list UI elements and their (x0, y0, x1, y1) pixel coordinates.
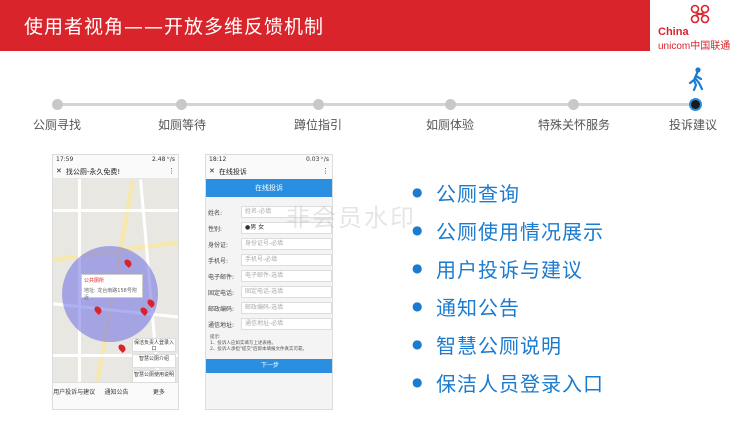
postcode-field[interactable]: 邮政编码-选填 (241, 302, 332, 314)
field-label: 电子邮件: (208, 273, 235, 281)
toilet-info-popup[interactable]: 公共厕所 地址: 龙台南路158号附近 (81, 274, 143, 301)
address-field[interactable]: 通信地址-必填 (241, 318, 332, 330)
bullet-icon: ● (412, 223, 424, 237)
tab-online-complaint[interactable]: 在线投诉 (206, 179, 332, 197)
timeline-label-3: 蹲位指引 (293, 118, 343, 132)
timeline-dot-5 (568, 99, 579, 110)
next-step-button[interactable]: 下一步 (206, 359, 332, 373)
field-label: 固定电话: (208, 289, 235, 297)
feature-label: 保洁人员登录入口 (436, 372, 604, 396)
timeline-dot-3 (313, 99, 324, 110)
feature-label: 用户投诉与建议 (436, 258, 583, 282)
smart-toilet-intro-button[interactable]: 智慧公厕介绍 (132, 354, 176, 368)
timeline-dot-1 (52, 99, 63, 110)
feature-label: 公厕使用情况展示 (436, 220, 604, 244)
china-unicom-logo: China unicom中国联通 (650, 0, 750, 52)
field-label: 邮政编码: (208, 305, 235, 313)
feature-label: 通知公告 (436, 296, 520, 320)
slide-title: 使用者视角——开放多维反馈机制 (24, 16, 325, 38)
timeline-label-2: 如厕等待 (157, 118, 207, 132)
status-right: 0.03 ᵏ/s (306, 156, 329, 163)
feature-label: 智慧公厕说明 (436, 334, 562, 358)
status-time: 18:12 (209, 156, 227, 163)
landline-field[interactable]: 固定电话-选填 (241, 286, 332, 298)
logo-unicom-text: unicom中国联通 (658, 41, 731, 52)
status-bar: 18:12 0.03 ᵏ/s (206, 155, 332, 165)
field-label: 通信地址: (208, 321, 235, 329)
bullet-icon: ● (412, 337, 424, 351)
phone-screenshot-complaint-form: 18:12 0.03 ᵏ/s ✕ 在线投诉 ⋮ 在线投诉 姓名: 姓名-必填 性… (205, 154, 333, 410)
timeline-dot-2 (176, 99, 187, 110)
watermark: 非会员水印 (286, 204, 416, 232)
form-row-idcard: 身份证: 身份证号-必填 (208, 237, 332, 251)
timeline-dot-6-active (689, 98, 702, 111)
side-buttons: 保洁负责人登录入口 智慧公厕介绍 智慧公厕使用说明 (132, 338, 176, 386)
status-right: 2.48 ᵏ/s (152, 156, 175, 163)
form-row-landline: 固定电话: 固定电话-选填 (208, 285, 332, 299)
field-label: 身份证: (208, 241, 229, 249)
bottom-nav: 用户投诉与建议 通知公告 更多 (53, 382, 178, 409)
form-row-postcode: 邮政编码: 邮政编码-选填 (208, 301, 332, 315)
timeline-dot-4 (445, 99, 456, 110)
bullet-icon: ● (412, 261, 424, 275)
feature-list: ● 公厕查询 ● 公厕使用情况展示 ● 用户投诉与建议 ● 通知公告 ● 智慧公厕说明 ●… (412, 178, 604, 406)
nav-more[interactable]: 更多 (138, 383, 178, 409)
bullet-icon: ● (412, 375, 424, 389)
feature-item: ● 保洁人员登录入口 (412, 368, 604, 406)
field-label: 性别: (208, 225, 223, 233)
email-field[interactable]: 电子邮件-选填 (241, 270, 332, 282)
timeline-label-1: 公厕寻找 (32, 118, 82, 132)
timeline-label-5: 特殊关怀服务 (537, 118, 611, 132)
field-label: 姓名: (208, 209, 223, 217)
nav-notices[interactable]: 通知公告 (95, 383, 137, 409)
more-icon[interactable]: ⋮ (168, 167, 175, 176)
form-notice: 提示: 1、投诉人应如实填写上述表格。 2、投诉人承担"提交"后即本填报文件真实… (210, 335, 308, 352)
feature-label: 公厕查询 (436, 182, 520, 206)
feature-item: ● 用户投诉与建议 (412, 254, 604, 292)
walking-person-icon (688, 67, 704, 91)
nav-feedback[interactable]: 用户投诉与建议 (53, 383, 95, 409)
status-time: 17:59 (56, 156, 74, 163)
bullet-icon: ● (412, 299, 424, 313)
form-row-address: 通信地址: 通信地址-必填 (208, 317, 332, 331)
header-banner: 使用者视角——开放多维反馈机制 China unicom中国联通 (0, 0, 750, 52)
unicom-knot-icon (690, 4, 710, 24)
status-bar: 17:59 2.48 ᵏ/s (53, 155, 178, 165)
phone-field[interactable]: 手机号-必填 (241, 254, 332, 266)
form-row-phone: 手机号: 手机号-必填 (208, 253, 332, 267)
feature-item: ● 公厕查询 (412, 178, 604, 216)
app-title-bar: ✕ 找公厕-永久免费! ⋮ (53, 165, 178, 179)
popup-address: 地址: 龙台南路158号附近 (84, 288, 137, 301)
popup-title: 公共厕所 (84, 278, 105, 284)
timeline-label-6: 投诉建议 (668, 118, 718, 132)
field-label: 手机号: (208, 257, 229, 265)
phone-screenshot-map: 17:59 2.48 ᵏ/s ✕ 找公厕-永久免费! ⋮ 公共厕所 地址: 龙台… (52, 154, 179, 410)
feature-item: ● 公厕使用情况展示 (412, 216, 604, 254)
timeline-label-4: 如厕体验 (425, 118, 475, 132)
bullet-icon: ● (412, 185, 424, 199)
app-title: 找公厕-永久免费! (65, 168, 121, 176)
app-title: 在线投诉 (218, 168, 247, 176)
app-title-bar: ✕ 在线投诉 ⋮ (206, 165, 332, 179)
cleaner-login-button[interactable]: 保洁负责人登录入口 (132, 338, 176, 352)
timeline-track (56, 103, 696, 106)
more-icon[interactable]: ⋮ (322, 167, 329, 177)
toilet-pin-icon[interactable] (117, 343, 127, 353)
idcard-field[interactable]: 身份证号-必填 (241, 238, 332, 250)
feature-item: ● 智慧公厕说明 (412, 330, 604, 368)
form-row-email: 电子邮件: 电子邮件-选填 (208, 269, 332, 283)
feature-item: ● 通知公告 (412, 292, 604, 330)
